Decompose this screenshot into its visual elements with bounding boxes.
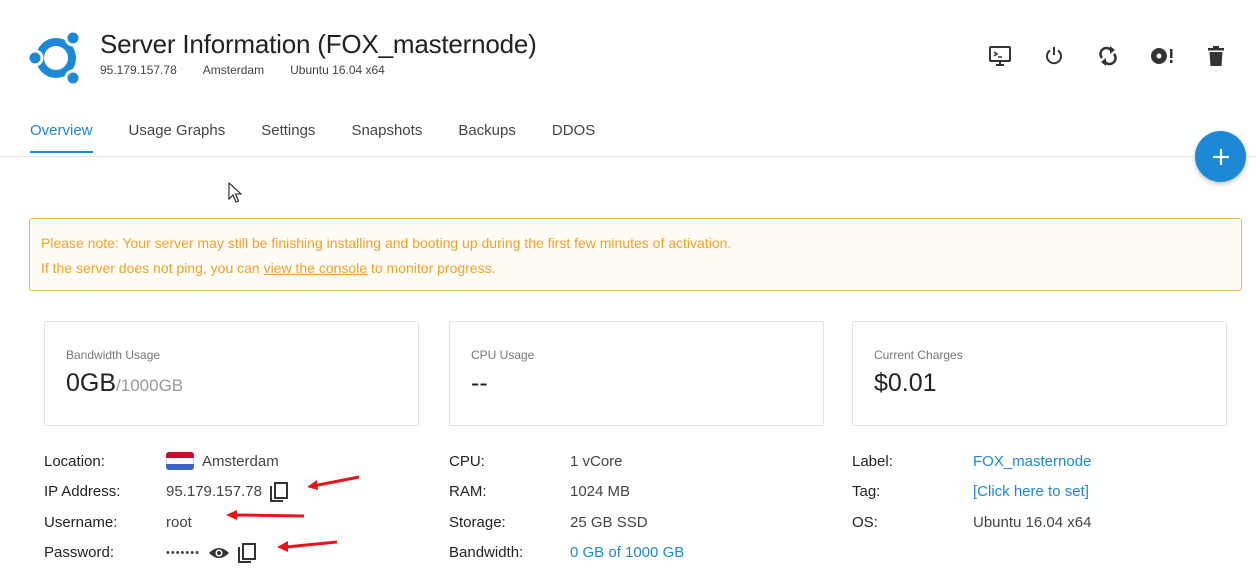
copy-icon: [269, 481, 288, 502]
username-label: Username:: [44, 513, 118, 531]
ubuntu-logo-icon: [28, 29, 82, 86]
restart-button[interactable]: [1096, 44, 1120, 68]
netherlands-flag-icon: [166, 452, 194, 471]
tab-settings[interactable]: Settings: [261, 122, 315, 153]
annotation-arrow-username-icon: [226, 510, 305, 520]
os-value: Ubuntu 16.04 x64: [973, 513, 1092, 531]
tag-label: Tag:: [852, 483, 881, 501]
annotation-arrow-password-icon: [277, 540, 338, 552]
copy-ip-button[interactable]: [269, 481, 288, 502]
tab-overview[interactable]: Overview: [30, 122, 93, 153]
annotation-arrow-ip-icon: [307, 475, 360, 490]
show-password-button[interactable]: [208, 546, 230, 560]
card-value: --: [471, 369, 488, 397]
tab-ddos[interactable]: DDOS: [552, 122, 595, 153]
server-toolbar: [988, 44, 1228, 68]
cpu-label: CPU:: [449, 452, 485, 470]
card-label: Bandwidth Usage: [66, 348, 161, 362]
plus-icon: [1212, 148, 1229, 165]
storage-value: 25 GB SSD: [570, 513, 648, 531]
server-details-right: Label: FOX_masternode Tag: [Click here to …: [852, 446, 1091, 538]
bandwidth-usage-card: Bandwidth Usage 0GB/1000GB: [44, 321, 419, 426]
view-console-link[interactable]: view the console: [264, 260, 368, 276]
notice-line-2: If the server does not ping, you can vie…: [41, 260, 496, 276]
storage-label: Storage:: [449, 513, 506, 531]
ram-value: 1024 MB: [570, 483, 631, 501]
location-label: Location:: [44, 452, 105, 470]
username-value: root: [166, 513, 192, 531]
os-label: OS:: [852, 513, 878, 531]
ip-value: 95.179.157.78: [166, 483, 262, 501]
tab-usage-graphs[interactable]: Usage Graphs: [129, 122, 226, 153]
tab-divider: [0, 156, 1256, 157]
card-value: 0GB/1000GB: [66, 369, 184, 397]
copy-password-button[interactable]: [237, 542, 256, 563]
header-ip: 95.179.157.78: [100, 63, 177, 77]
ram-label: RAM:: [449, 483, 487, 501]
tab-backups[interactable]: Backups: [458, 122, 516, 153]
set-tag-link[interactable]: [Click here to set]: [973, 483, 1089, 500]
password-value: •••••••: [166, 546, 200, 559]
header-os: Ubuntu 16.04 x64: [290, 63, 385, 77]
copy-icon: [237, 542, 256, 563]
bandwidth-label: Bandwidth:: [449, 544, 524, 562]
label-label: Label:: [852, 452, 893, 470]
server-details-left: Location: Amsterdam IP Address: 95.179.1…: [44, 446, 288, 568]
restart-icon: [1099, 46, 1117, 66]
bandwidth-link[interactable]: 0 GB of 1000 GB: [570, 544, 684, 561]
power-icon: [1046, 47, 1062, 65]
console-button[interactable]: [988, 44, 1012, 68]
server-header: Server Information (FOX_masternode) 95.1…: [28, 28, 537, 86]
ip-label: IP Address:: [44, 483, 121, 501]
delete-button[interactable]: [1204, 44, 1228, 68]
card-label: CPU Usage: [471, 348, 535, 362]
tab-bar: Overview Usage Graphs Settings Snapshots…: [30, 122, 595, 153]
page-title: Server Information (FOX_masternode): [100, 29, 537, 59]
cpu-value: 1 vCore: [570, 452, 623, 470]
server-label-link[interactable]: FOX_masternode: [973, 453, 1091, 470]
server-details-middle: CPU: 1 vCore RAM: 1024 MB Storage: 25 GB SS…: [449, 446, 684, 568]
eye-icon: [208, 547, 229, 558]
add-button[interactable]: [1195, 131, 1246, 182]
console-icon: [989, 46, 1011, 66]
activation-notice: Please note: Your server may still be fi…: [29, 218, 1242, 291]
trash-icon: [1208, 46, 1224, 66]
power-button[interactable]: [1042, 44, 1066, 68]
location-value: Amsterdam: [202, 452, 279, 470]
reinstall-icon: [1151, 48, 1173, 64]
password-label: Password:: [44, 544, 115, 562]
reinstall-button[interactable]: [1150, 44, 1174, 68]
mouse-cursor-icon: [228, 182, 242, 203]
card-value: $0.01: [874, 369, 937, 397]
cpu-usage-card: CPU Usage --: [449, 321, 824, 426]
notice-line-1: Please note: Your server may still be fi…: [41, 235, 732, 251]
header-location: Amsterdam: [202, 63, 265, 77]
card-label: Current Charges: [874, 348, 963, 362]
current-charges-card: Current Charges $0.01: [852, 321, 1227, 426]
tab-snapshots[interactable]: Snapshots: [351, 122, 422, 153]
